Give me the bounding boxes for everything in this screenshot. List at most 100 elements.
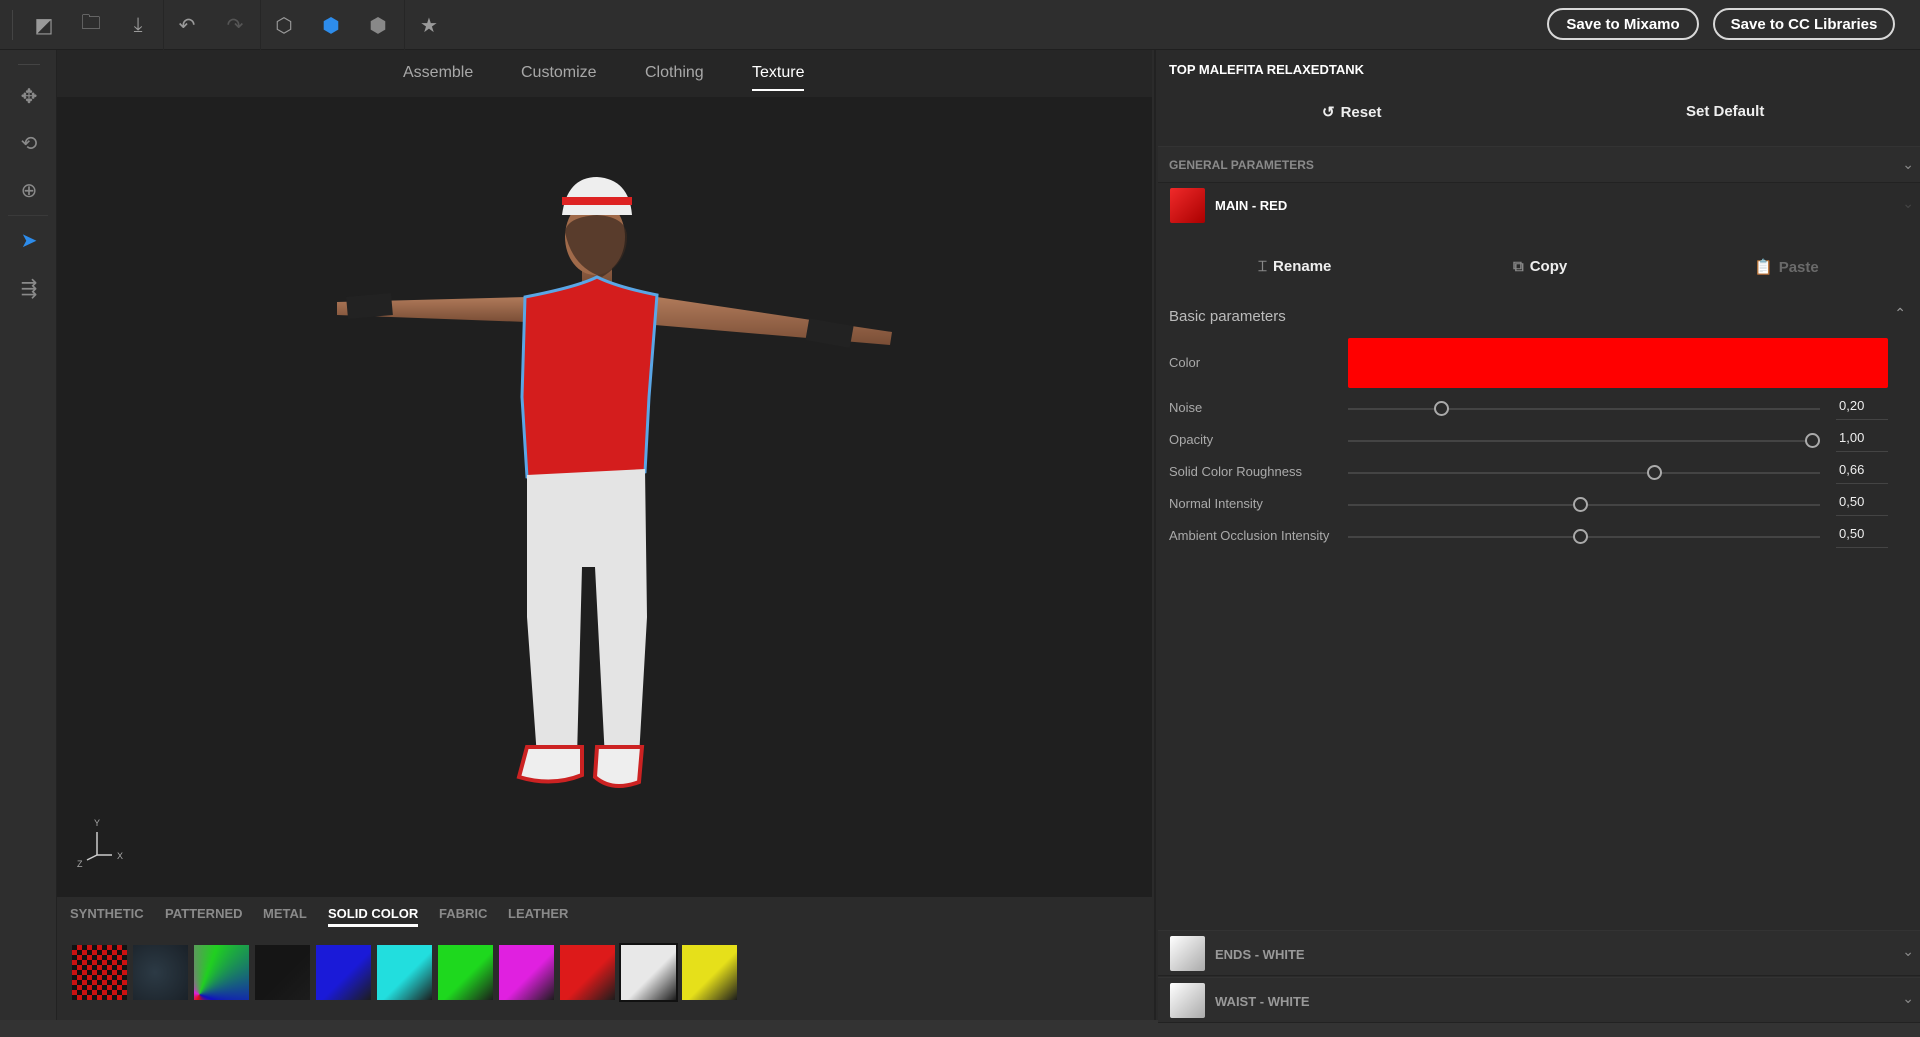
- slider-track[interactable]: [1348, 529, 1820, 544]
- cube-gray-icon[interactable]: ⬢: [365, 12, 391, 38]
- reset-icon: ↺: [1322, 104, 1335, 121]
- folder-open-icon[interactable]: 🗀: [78, 12, 104, 38]
- color-label: Color: [1169, 355, 1201, 370]
- move-icon[interactable]: ✥: [16, 83, 42, 109]
- paste-label: Paste: [1778, 258, 1819, 276]
- pointer-icon[interactable]: ➤: [16, 227, 42, 253]
- material-swatch[interactable]: [619, 943, 678, 1002]
- rename-label: Rename: [1273, 258, 1332, 275]
- slider-thumb[interactable]: [1433, 401, 1449, 416]
- slider-label: Normal Intensity: [1169, 496, 1263, 511]
- chevron-down-icon: ⌄: [1902, 943, 1914, 959]
- 3d-viewport[interactable]: Assemble Customize Clothing Texture Y X …: [57, 50, 1152, 897]
- material-tab-solid-color[interactable]: SOLID COLOR: [328, 906, 419, 927]
- redo-icon[interactable]: ↷: [222, 12, 248, 38]
- material-tab-leather[interactable]: LEATHER: [508, 906, 568, 921]
- save-to-cc-libraries-button[interactable]: Save to CC Libraries: [1713, 8, 1895, 40]
- axis-x-label: X: [117, 851, 123, 861]
- axis-y-label: Y: [94, 818, 100, 828]
- slider-label: Ambient Occlusion Intensity: [1169, 528, 1330, 543]
- slider-value-input[interactable]: 0,50: [1836, 494, 1888, 516]
- paste-button[interactable]: 📋 Paste: [1754, 258, 1819, 277]
- tab-assemble[interactable]: Assemble: [403, 64, 473, 82]
- chevron-down-icon: ⌄: [1902, 195, 1914, 211]
- copy-button[interactable]: ⧉ Copy: [1513, 258, 1567, 275]
- slider-thumb[interactable]: [1573, 529, 1588, 544]
- main-material-name: MAIN - RED: [1215, 198, 1288, 213]
- material-tab-synthetic[interactable]: SYNTHETIC: [70, 906, 144, 921]
- reset-label: Reset: [1340, 103, 1382, 121]
- slider-value-input[interactable]: 1,00: [1836, 430, 1888, 452]
- star-icon[interactable]: ★: [416, 12, 442, 38]
- material-swatch[interactable]: [255, 945, 310, 1000]
- slider-value-input[interactable]: 0,50: [1836, 526, 1888, 548]
- target-icon[interactable]: ⊕: [16, 177, 42, 203]
- material-tab-fabric[interactable]: FABRIC: [439, 906, 487, 921]
- general-parameters-label: GENERAL PARAMETERS: [1169, 158, 1314, 172]
- slider-label: Opacity: [1169, 432, 1214, 447]
- material-tab-patterned[interactable]: PATTERNED: [165, 906, 243, 921]
- slider-label: Solid Color Roughness: [1169, 464, 1302, 479]
- rename-icon: ⌶: [1258, 258, 1268, 275]
- slider-value-input[interactable]: 0,66: [1836, 462, 1888, 484]
- waist-material-name: WAIST - WHITE: [1215, 994, 1310, 1009]
- material-row-waist[interactable]: WAIST - WHITE ⌄: [1158, 977, 1920, 1023]
- ends-material-name: ENDS - WHITE: [1215, 947, 1305, 962]
- material-tab-metal[interactable]: METAL: [263, 906, 307, 921]
- orbit-icon[interactable]: ⟲: [16, 130, 42, 156]
- basic-parameters-label: Basic parameters: [1169, 308, 1286, 325]
- slider-label: Noise: [1169, 400, 1203, 415]
- material-swatch[interactable]: [133, 945, 188, 1000]
- panel-title: TOP MALEFITA RELAXEDTANK: [1169, 62, 1364, 77]
- slider-thumb[interactable]: [1647, 465, 1663, 480]
- material-swatch[interactable]: [682, 945, 737, 1000]
- top-toolbar: ◩ 🗀 ⤓ ↶ ↷ ⬡ ⬢ ⬢ ★ Save to Mixamo Save to…: [0, 0, 1920, 50]
- chevron-down-icon: ⌄: [1902, 990, 1914, 1006]
- general-parameters-header[interactable]: GENERAL PARAMETERS ⌄: [1158, 146, 1920, 183]
- character-model[interactable]: [57, 97, 1152, 897]
- undo-icon[interactable]: ↶: [174, 12, 200, 38]
- material-swatch[interactable]: [316, 945, 371, 1000]
- copy-icon: ⧉: [1513, 258, 1524, 275]
- main-color-swatch: [1170, 188, 1205, 223]
- slider-track[interactable]: [1348, 433, 1820, 448]
- material-swatch[interactable]: [499, 945, 554, 1000]
- chevron-up-icon[interactable]: ⌃: [1894, 305, 1906, 322]
- slider-thumb[interactable]: [1805, 433, 1820, 448]
- properties-panel: TOP MALEFITA RELAXEDTANK ↺ Reset Set Defa…: [1154, 50, 1920, 1023]
- tab-clothing[interactable]: Clothing: [645, 64, 704, 82]
- material-swatch[interactable]: [72, 945, 127, 1000]
- cube-blue-icon[interactable]: ⬢: [318, 12, 344, 38]
- material-row-main[interactable]: MAIN - RED ⌄: [1158, 185, 1920, 227]
- save-to-mixamo-button[interactable]: Save to Mixamo: [1547, 8, 1699, 40]
- slider-track[interactable]: [1348, 465, 1820, 480]
- waist-color-swatch: [1170, 983, 1205, 1018]
- panel-icon[interactable]: ◩: [31, 12, 57, 38]
- material-row-ends[interactable]: ENDS - WHITE ⌄: [1158, 930, 1920, 976]
- tab-customize[interactable]: Customize: [521, 64, 597, 82]
- color-picker-field[interactable]: [1348, 338, 1888, 388]
- slider-thumb[interactable]: [1573, 497, 1588, 512]
- ends-color-swatch: [1170, 936, 1205, 971]
- copy-label: Copy: [1529, 258, 1568, 275]
- slider-track[interactable]: [1348, 401, 1820, 416]
- rename-button[interactable]: ⌶ Rename: [1258, 258, 1331, 275]
- slider-value-input[interactable]: 0,20: [1836, 398, 1888, 420]
- material-swatch[interactable]: [194, 945, 249, 1000]
- chevron-down-icon: ⌄: [1902, 156, 1914, 172]
- material-swatch[interactable]: [438, 945, 493, 1000]
- material-swatch[interactable]: [377, 945, 432, 1000]
- material-swatch[interactable]: [560, 945, 615, 1000]
- set-default-button[interactable]: Set Default: [1686, 103, 1764, 120]
- axis-gizmo: Y X Z: [77, 818, 123, 869]
- cube-outline-icon[interactable]: ⬡: [271, 12, 297, 38]
- left-tool-sidebar: ✥ ⟲ ⊕ ➤ ⇶: [0, 50, 57, 1020]
- viewport-tabs: Assemble Customize Clothing Texture: [57, 50, 1152, 97]
- tab-texture[interactable]: Texture: [752, 64, 805, 91]
- export-icon[interactable]: ⇶: [16, 275, 42, 301]
- axis-z-label: Z: [77, 859, 83, 869]
- paste-icon: 📋: [1754, 259, 1773, 276]
- slider-track[interactable]: [1348, 497, 1820, 512]
- reset-button[interactable]: ↺ Reset: [1322, 103, 1382, 122]
- download-icon[interactable]: ⤓: [125, 12, 151, 38]
